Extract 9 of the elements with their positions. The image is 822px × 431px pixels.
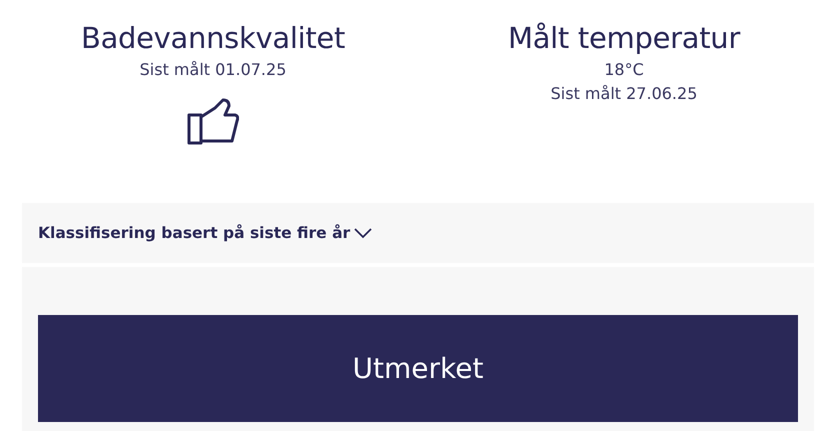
classification-result: Utmerket (38, 315, 798, 422)
chevron-icon (354, 228, 372, 238)
accordion-header[interactable]: Klassifisering basert på siste fire år (22, 203, 814, 263)
stat-title: Målt temperatur (508, 20, 740, 57)
stat-title: Badevannskvalitet (80, 20, 346, 57)
stat-text: Sist målt 01.07.25 (140, 59, 286, 81)
thumbs-up-icon (187, 98, 239, 146)
stat-text: Sist målt 27.06.25 (550, 83, 698, 105)
stat-text: 18°C (604, 59, 644, 81)
